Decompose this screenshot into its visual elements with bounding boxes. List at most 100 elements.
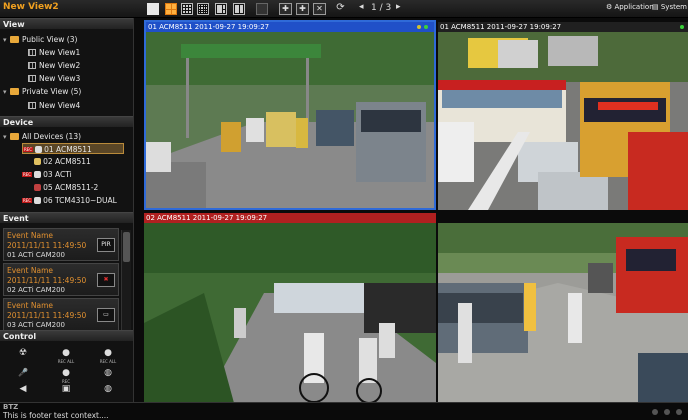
camera-feed-city-traffic — [438, 22, 688, 210]
refresh-icon[interactable]: ⟳ — [334, 3, 347, 15]
application-menu[interactable]: ⚙ Application — [606, 3, 654, 11]
layout-1x2-button[interactable] — [233, 3, 245, 15]
tree-item-public-view[interactable]: ▾ Public View (3) — [3, 34, 77, 45]
tree-item-view[interactable]: New View4 — [28, 100, 80, 111]
tree-item-view[interactable]: New View2 — [28, 60, 80, 71]
control-label: REC ALL — [57, 359, 75, 364]
tree-label: 02 ACM8511 — [43, 157, 91, 166]
tile-label: 01 ACM8511 2011-09-27 19:09:27 — [440, 23, 562, 31]
event-card[interactable]: Event Name 2011/11/11 11:49:50 01 ACTi C… — [3, 228, 119, 261]
tree-label: 01 ACM8511 — [44, 145, 92, 154]
control-section-header[interactable]: Control — [0, 330, 133, 341]
pir-icon: PIR — [97, 238, 115, 252]
view-icon — [28, 62, 36, 69]
event-name: Event Name — [7, 266, 53, 275]
tree-label: All Devices (13) — [22, 132, 82, 141]
video-loss-icon: ✖ — [97, 273, 115, 287]
tree-item-all-devices[interactable]: ▾ All Devices (13) — [3, 131, 81, 142]
tree-item-view[interactable]: New View1 — [28, 47, 80, 58]
event-scrollbar[interactable] — [121, 230, 131, 334]
prev-page-button[interactable]: ◂ — [359, 2, 364, 12]
tree-item-device[interactable]: REC 03 ACTi — [22, 169, 72, 180]
tree-item-device[interactable]: REC05 ACM8511-2 — [22, 182, 98, 193]
record-icon: ● — [62, 348, 70, 358]
footer-bar: BTZ This is footer test context.... — [0, 402, 688, 420]
app-title: New View2 — [3, 2, 59, 12]
layout-1plus-button[interactable] — [215, 3, 227, 15]
camera-feed-bike-path — [144, 213, 436, 403]
fullscreen-button[interactable] — [256, 3, 268, 15]
tile-title-bar: 01 ACM8511 2011-09-27 19:09:27 — [146, 22, 434, 32]
tree-item-private-view[interactable]: ▾ Private View (5) — [3, 86, 81, 97]
rec-button[interactable]: ● REC — [55, 368, 77, 384]
speaker-icon: ◀ — [19, 384, 27, 394]
tree-label: New View1 — [39, 48, 81, 57]
alarm-icon: ☢ — [18, 348, 28, 358]
tree-label: New View3 — [39, 74, 81, 83]
status-dot-icon — [417, 25, 421, 29]
event-card[interactable]: Event Name 2011/11/11 11:49:50 02 ACTi C… — [3, 263, 119, 296]
application-label: Application — [614, 3, 654, 11]
rec-all-button[interactable]: ● REC ALL — [55, 348, 77, 364]
snapshot-button[interactable]: ▣ — [55, 384, 77, 395]
microphone-button[interactable]: 🎤 — [12, 368, 34, 379]
layout-4x4-button[interactable] — [197, 3, 209, 15]
dio-icon: ◍ — [104, 384, 112, 394]
tile-title-bar: 02 ACM8511 2011-09-27 19:09:27 — [144, 213, 436, 223]
expand-arrow-icon[interactable]: ▾ — [3, 132, 10, 143]
tree-label: Public View (3) — [22, 35, 78, 44]
camera-feed-sidewalk — [438, 223, 688, 403]
next-page-button[interactable]: ▸ — [396, 2, 401, 12]
view-section-header[interactable]: View — [0, 18, 133, 29]
rec-all-button-2[interactable]: ● REC ALL — [97, 348, 119, 364]
top-toolbar: New View2 ✚ ✚ ✕ ⟳ ◂ 1 / 3 ▸ ⚙ Applicatio… — [0, 0, 688, 18]
rec-badge-icon: REC — [23, 147, 34, 152]
video-tile-1[interactable]: 01 ACM8511 2011-09-27 19:09:27 — [144, 20, 436, 210]
speaker-button[interactable]: ◀ — [12, 384, 34, 395]
event-camera: 03 ACTi CAM200 — [7, 321, 65, 329]
dio-button-2[interactable]: ◍ — [97, 384, 119, 395]
add-tile-button[interactable]: ✚ — [279, 3, 292, 15]
add-view-button[interactable]: ✚ — [296, 3, 309, 15]
dio-button[interactable]: ◍ — [97, 368, 119, 379]
log-icon: ▤ — [652, 3, 659, 11]
status-dot-icon — [424, 25, 428, 29]
view-icon — [28, 49, 36, 56]
event-card[interactable]: Event Name 2011/11/11 11:49:50 03 ACTi C… — [3, 298, 119, 331]
tree-item-device-selected[interactable]: REC 01 ACM8511 — [22, 143, 124, 154]
remove-tile-button[interactable]: ✕ — [313, 3, 326, 15]
tree-item-device[interactable]: REC02 ACM8511 — [22, 156, 91, 167]
event-camera: 02 ACTi CAM200 — [7, 286, 65, 294]
scrollbar-thumb[interactable] — [123, 232, 130, 262]
tree-item-device[interactable]: REC 06 TCM4310~DUAL — [22, 195, 117, 206]
alarm-control-button[interactable]: ☢ — [12, 348, 34, 359]
video-tile-4[interactable] — [438, 223, 688, 403]
footer-title: BTZ — [3, 403, 19, 411]
system-log-menu[interactable]: ▤ System Lo — [652, 3, 688, 11]
tree-label: 03 ACTi — [43, 170, 72, 179]
footer-status-text: This is footer test context.... — [3, 411, 109, 420]
dio-icon: ◍ — [104, 368, 112, 378]
expand-arrow-icon[interactable]: ▾ — [3, 35, 10, 46]
layout-1x1-button[interactable] — [147, 3, 159, 15]
video-tile-2[interactable]: 01 ACM8511 2011-09-27 19:09:27 — [438, 22, 688, 210]
tree-label: New View2 — [39, 61, 81, 70]
status-indicator-icon — [676, 409, 682, 415]
event-camera: 01 ACTi CAM200 — [7, 251, 65, 259]
status-dot-icon — [680, 25, 684, 29]
app-window: New View2 ✚ ✚ ✕ ⟳ ◂ 1 / 3 ▸ ⚙ Applicatio… — [0, 0, 688, 420]
video-tile-3[interactable]: 02 ACM8511 2011-09-27 19:09:27 — [144, 213, 436, 403]
event-time: 2011/11/11 11:49:50 — [7, 311, 87, 320]
layout-2x2-button[interactable] — [165, 3, 177, 15]
status-indicator-icon — [664, 409, 670, 415]
device-section-header[interactable]: Device — [0, 116, 133, 127]
view-icon — [28, 102, 36, 109]
tree-label: Private View (5) — [22, 87, 82, 96]
system-log-label: System Lo — [660, 3, 688, 11]
layout-3x3-button[interactable] — [181, 3, 193, 15]
tree-item-view[interactable]: New View3 — [28, 73, 80, 84]
control-label: REC ALL — [99, 359, 117, 364]
expand-arrow-icon[interactable]: ▾ — [3, 87, 10, 98]
folder-icon — [10, 36, 19, 43]
event-section-header[interactable]: Event — [0, 212, 133, 223]
